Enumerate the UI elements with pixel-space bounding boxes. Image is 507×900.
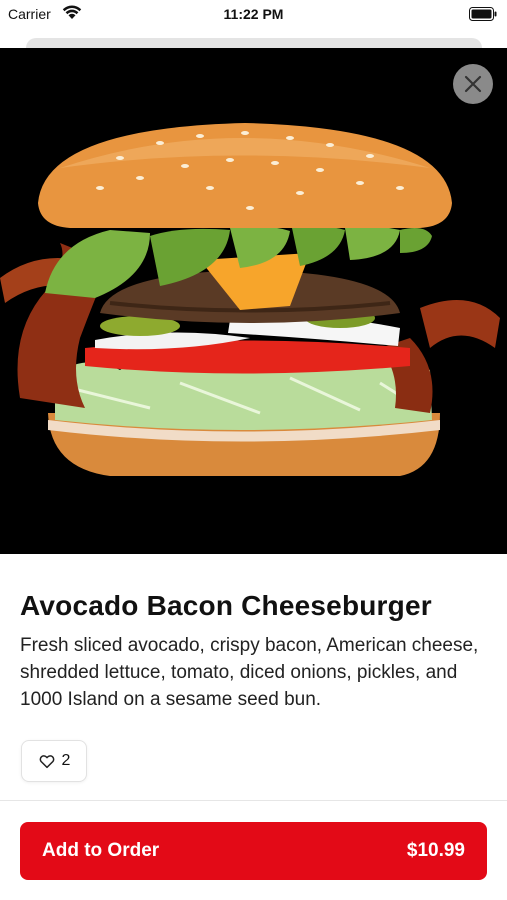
- add-to-order-button[interactable]: Add to Order $10.99: [20, 822, 487, 880]
- item-title: Avocado Bacon Cheeseburger: [20, 590, 432, 621]
- burger-photo: [0, 123, 500, 476]
- heart-icon: [39, 755, 54, 769]
- status-bar: Carrier 11:22 PM: [0, 0, 507, 30]
- battery-icon: [469, 7, 497, 21]
- status-time: 11:22 PM: [223, 6, 284, 22]
- add-to-order-label: Add to Order: [42, 840, 160, 861]
- item-details: Avocado Bacon Cheeseburger Fresh sliced …: [0, 554, 507, 800]
- like-count: 2: [61, 752, 71, 769]
- divider: [0, 800, 507, 801]
- like-button[interactable]: 2: [21, 740, 87, 782]
- price-label: $10.99: [406, 840, 465, 861]
- item-image: [0, 48, 507, 554]
- item-description: Fresh sliced avocado, crispy bacon, Amer…: [20, 635, 479, 710]
- close-icon: [464, 75, 482, 93]
- close-button[interactable]: [453, 64, 493, 104]
